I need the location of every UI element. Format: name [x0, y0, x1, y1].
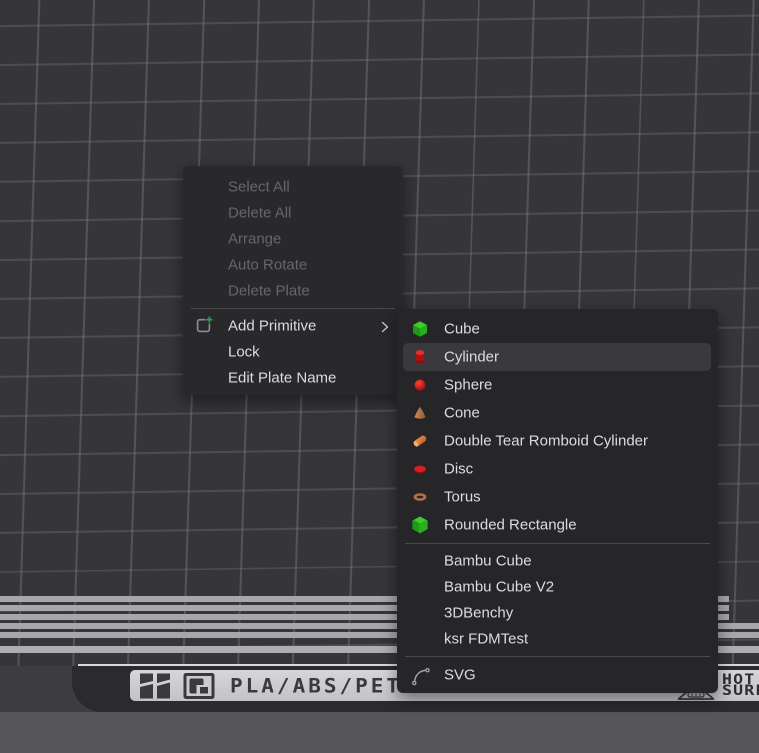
- menu-separator: [405, 543, 710, 544]
- plate-context-menu: Select All Delete All Arrange Auto Rotate De…: [183, 166, 403, 395]
- menu-item-label: Cylinder: [444, 349, 499, 366]
- menu-item-arrange: Arrange: [183, 226, 403, 252]
- disc-icon: [410, 459, 430, 479]
- menu-item-select-all: Select All: [183, 174, 403, 200]
- menu-item-3dbenchy[interactable]: 3DBenchy: [397, 600, 718, 626]
- menu-item-cylinder[interactable]: Cylinder: [397, 343, 718, 371]
- cube-icon: [410, 319, 430, 339]
- plate-material-label: PLA/ABS/PETG: [230, 671, 418, 700]
- menu-item-label: Delete Plate: [228, 283, 310, 300]
- cylinder-icon: [410, 347, 430, 367]
- cone-icon: [410, 403, 430, 423]
- menu-item-ksr-fdmtest[interactable]: ksr FDMTest: [397, 626, 718, 652]
- add-primitive-submenu: Cube Cylinder Sphere Cone Double Tear Romboi…: [397, 309, 718, 693]
- menu-item-sphere[interactable]: Sphere: [397, 371, 718, 399]
- torus-icon: [410, 487, 430, 507]
- chevron-right-icon: [379, 320, 391, 332]
- menu-item-label: Edit Plate Name: [228, 370, 336, 387]
- menu-item-double-tear-romboid-cylinder[interactable]: Double Tear Romboid Cylinder: [397, 427, 718, 455]
- menu-item-torus[interactable]: Torus: [397, 483, 718, 511]
- menu-item-edit-plate-name[interactable]: Edit Plate Name: [183, 365, 403, 391]
- menu-item-label: Delete All: [228, 205, 291, 222]
- menu-item-delete-plate: Delete Plate: [183, 278, 403, 304]
- menu-item-cone[interactable]: Cone: [397, 399, 718, 427]
- menu-item-disc[interactable]: Disc: [397, 455, 718, 483]
- double-tear-romboid-cylinder-icon: [410, 431, 430, 451]
- menu-item-label: Disc: [444, 461, 473, 478]
- menu-item-add-primitive[interactable]: Add Primitive: [183, 313, 403, 339]
- menu-item-bambu-cube[interactable]: Bambu Cube: [397, 548, 718, 574]
- menu-item-label: 3DBenchy: [444, 605, 513, 622]
- viewport-floor: [0, 712, 759, 753]
- menu-item-label: Arrange: [228, 231, 281, 248]
- bambu-lab-logo: [139, 672, 171, 699]
- menu-item-label: Double Tear Romboid Cylinder: [444, 433, 648, 450]
- svg-bezier-icon: [410, 665, 430, 685]
- sphere-icon: [410, 375, 430, 395]
- a1-printer-logo: [183, 672, 215, 699]
- menu-item-rounded-rectangle[interactable]: Rounded Rectangle: [397, 511, 718, 539]
- menu-item-label: Rounded Rectangle: [444, 517, 577, 534]
- menu-item-auto-rotate: Auto Rotate: [183, 252, 403, 278]
- menu-item-delete-all: Delete All: [183, 200, 403, 226]
- menu-item-label: ksr FDMTest: [444, 631, 528, 648]
- menu-item-label: Bambu Cube V2: [444, 579, 554, 596]
- menu-item-label: Torus: [444, 489, 481, 506]
- menu-separator: [191, 308, 395, 309]
- menu-item-label: Lock: [228, 344, 260, 361]
- menu-item-label: SVG: [444, 667, 476, 684]
- menu-item-bambu-cube-v2[interactable]: Bambu Cube V2: [397, 574, 718, 600]
- menu-item-label: Cube: [444, 321, 480, 338]
- menu-item-label: Bambu Cube: [444, 553, 532, 570]
- menu-item-cube[interactable]: Cube: [397, 315, 718, 343]
- rounded-rectangle-icon: [410, 515, 430, 535]
- menu-item-label: Auto Rotate: [228, 257, 307, 274]
- slicer-3d-viewport[interactable]: PLA/ABS/PETG HOTSURFACE Select All Delete…: [0, 0, 759, 753]
- menu-item-label: Select All: [228, 179, 290, 196]
- menu-item-svg[interactable]: SVG: [397, 661, 718, 689]
- menu-item-label: Sphere: [444, 377, 492, 394]
- hot-surface-warning-text: HOTSURFACE: [722, 675, 759, 697]
- menu-separator: [405, 656, 710, 657]
- menu-item-lock[interactable]: Lock: [183, 339, 403, 365]
- add-primitive-icon: [193, 315, 215, 337]
- menu-item-label: Cone: [444, 405, 480, 422]
- menu-item-label: Add Primitive: [228, 318, 316, 335]
